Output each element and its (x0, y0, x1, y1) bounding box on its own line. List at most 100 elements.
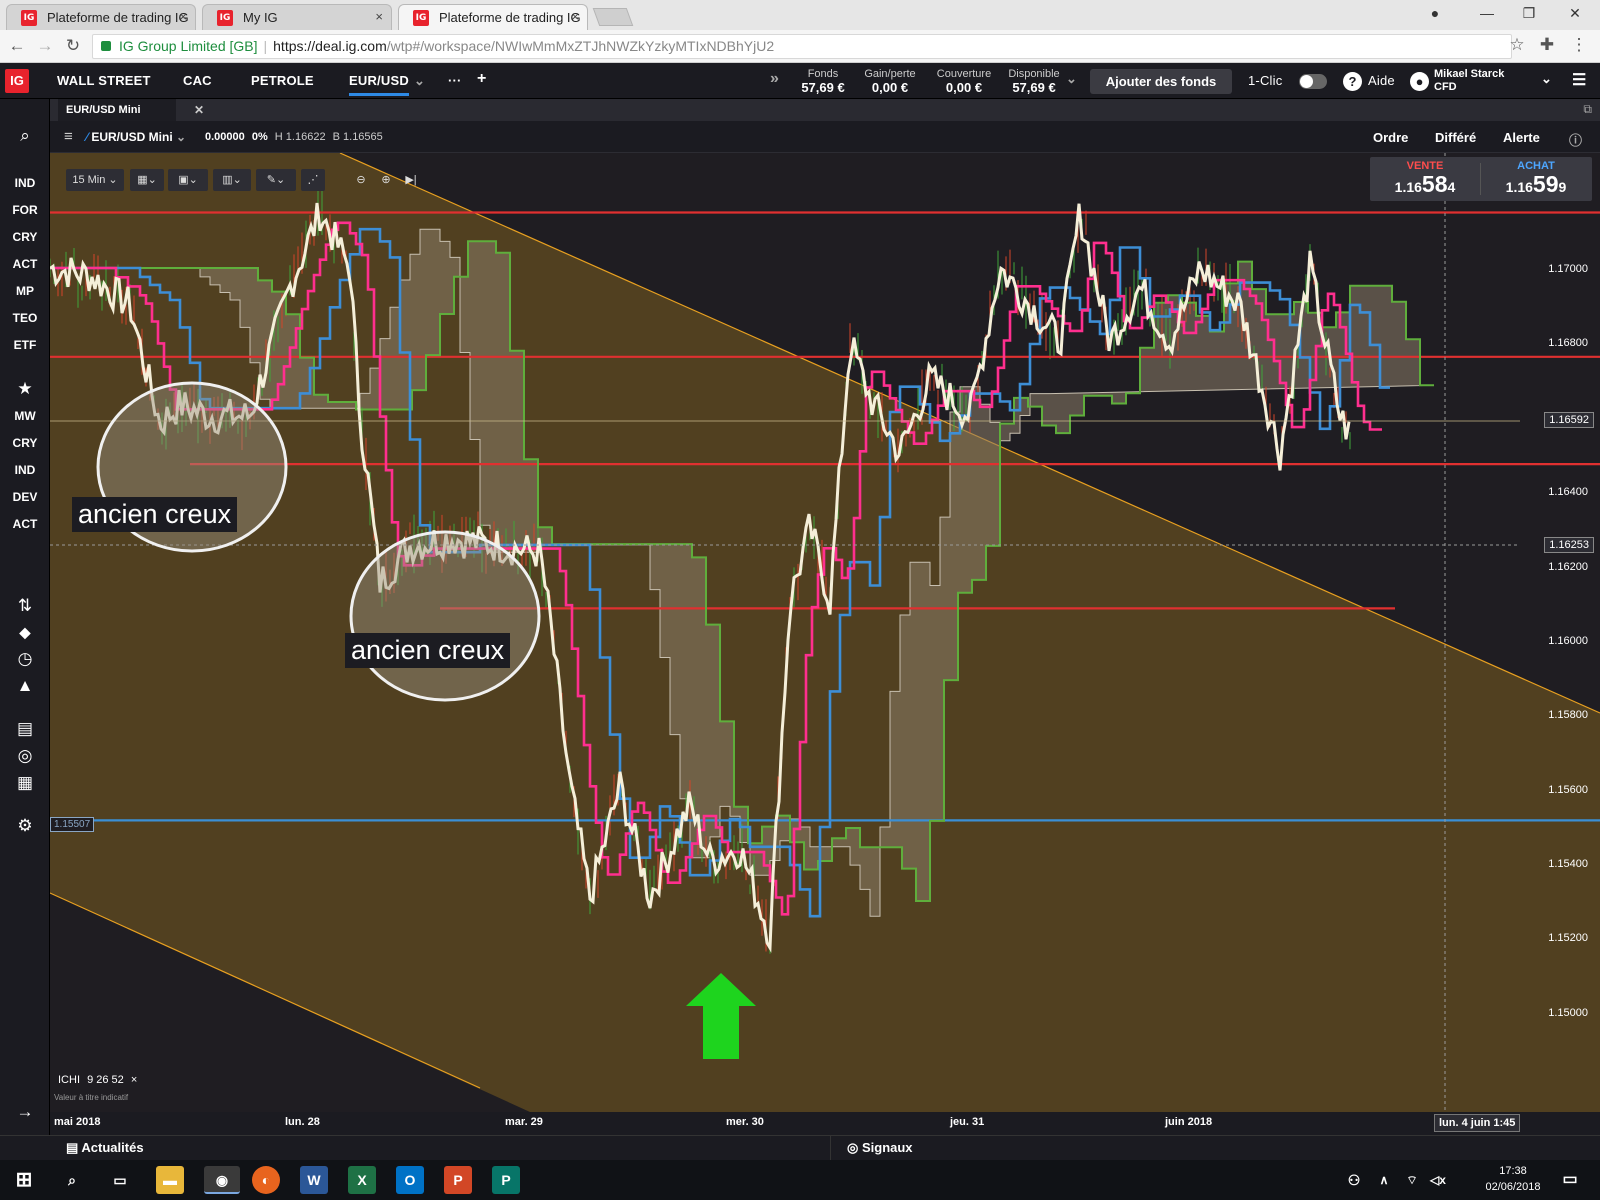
annotation-label-2[interactable]: ancien creux (345, 633, 511, 668)
add-market-button[interactable]: + (477, 70, 487, 88)
forward-icon[interactable]: → (34, 36, 56, 56)
close-workspace-tab-icon[interactable]: ✕ (194, 99, 204, 121)
sidebar-item-dev[interactable]: DEV (0, 490, 50, 504)
expand-icon[interactable]: » (770, 70, 779, 88)
indicator-legend[interactable]: ICHI 9 26 52 × (58, 1074, 137, 1086)
file-explorer-icon[interactable]: ▬ (156, 1166, 184, 1194)
sidebar-item-cry-fav[interactable]: CRY (0, 436, 50, 450)
word-icon[interactable]: W (300, 1166, 328, 1194)
user-avatar-icon[interactable]: ● (1410, 72, 1429, 91)
help-icon[interactable]: ? (1343, 72, 1362, 91)
people-icon[interactable]: ⚇ (1340, 1166, 1368, 1194)
wifi-icon[interactable]: ⌔ (1398, 1166, 1426, 1194)
close-tab-icon[interactable]: × (375, 9, 383, 24)
market-tab-wall-street[interactable]: WALL STREET (57, 73, 151, 88)
firefox-icon[interactable]: ◐ (252, 1166, 280, 1194)
signals-icon[interactable]: ◎ (0, 746, 50, 766)
one-click-toggle[interactable] (1299, 74, 1327, 89)
market-tab-eurusd[interactable]: EUR/USD (349, 73, 409, 96)
reload-icon[interactable]: ↻ (62, 36, 84, 56)
maximize-icon[interactable]: ❐ (1514, 5, 1544, 22)
help-link[interactable]: Aide (1368, 73, 1395, 88)
bookmark-star-icon[interactable]: ☆ (1506, 35, 1528, 55)
market-tab-cac[interactable]: CAC (183, 73, 212, 88)
chrome-icon[interactable]: ◉ (204, 1166, 240, 1194)
close-tab-icon[interactable]: × (179, 9, 187, 24)
account-chevron-icon[interactable]: ⌄ (1066, 71, 1077, 87)
add-funds-button[interactable]: Ajouter des fonds (1090, 69, 1232, 94)
close-window-icon[interactable]: ✕ (1560, 5, 1590, 22)
notifications-icon[interactable]: ▭ (1556, 1166, 1584, 1194)
layout-icon[interactable]: ▣⌄ (168, 169, 208, 191)
sidebar-item-mp[interactable]: MP (0, 284, 50, 298)
browser-tab-2[interactable]: IG My IG × (202, 4, 392, 30)
hamburger-menu-icon[interactable]: ☰ (1572, 70, 1587, 90)
sidebar-item-act[interactable]: ACT (0, 257, 50, 271)
popout-icon[interactable]: ⧉ (1583, 102, 1592, 117)
sidebar-item-mw[interactable]: MW (0, 409, 50, 423)
sell-button[interactable]: VENTE 1.16584 (1370, 157, 1480, 201)
drawing-tools-icon[interactable]: ✎⌄ (256, 169, 296, 191)
sidebar-item-teo[interactable]: TEO (0, 311, 50, 325)
sidebar-item-for[interactable]: FOR (0, 203, 50, 217)
browser-tab-1[interactable]: IG Plateforme de trading IG × (6, 4, 196, 30)
new-tab-button[interactable] (592, 8, 634, 26)
sidebar-item-etf[interactable]: ETF (0, 338, 50, 352)
outlook-icon[interactable]: O (396, 1166, 424, 1194)
extension-icon[interactable]: ✚ (1536, 35, 1558, 55)
sidebar-item-cry[interactable]: CRY (0, 230, 50, 244)
sidebar-item-ind-fav[interactable]: IND (0, 463, 50, 477)
ig-logo[interactable]: IG (5, 69, 29, 93)
news-panel-tab[interactable]: ▤ Actualités (66, 1140, 144, 1156)
settings-gear-icon[interactable]: ⚙ (0, 816, 50, 836)
positions-icon[interactable]: ⇅ (0, 596, 50, 616)
tag-icon[interactable]: ⬥ (0, 623, 50, 643)
alert-icon[interactable]: ▲ (0, 676, 50, 696)
instrument-selector[interactable]: ⁄ EUR/USD Mini ⌄ (86, 130, 186, 144)
chart-settings-icon[interactable]: ⋰ (301, 169, 325, 191)
hline-price-marker[interactable]: 1.15507 (50, 817, 95, 832)
user-menu[interactable]: Mikael Starck CFD (1434, 68, 1504, 94)
zoom-in-icon[interactable]: ⊕ (375, 169, 397, 191)
collapse-arrow-icon[interactable]: → (0, 1102, 50, 1122)
user-chevron-icon[interactable]: ⌄ (1541, 71, 1552, 87)
scroll-to-end-icon[interactable]: ▶| (400, 169, 422, 191)
chart-menu-icon[interactable]: ≡ (64, 128, 73, 145)
sidebar-item-ind[interactable]: IND (0, 176, 50, 190)
search-icon[interactable]: ⌕ (58, 1166, 86, 1194)
annotation-label-1[interactable]: ancien creux (72, 497, 238, 532)
info-icon[interactable]: ⓘ (1569, 130, 1582, 149)
powerpoint-icon[interactable]: P (444, 1166, 472, 1194)
news-icon[interactable]: ▤ (0, 719, 50, 739)
back-icon[interactable]: ← (6, 36, 28, 56)
system-clock[interactable]: 17:38 02/06/2018 (1478, 1163, 1548, 1195)
calendar-icon[interactable]: ▦ (0, 773, 50, 793)
volume-icon[interactable]: ◁x (1424, 1166, 1452, 1194)
url-input[interactable]: IG Group Limited [GB] | https://deal.ig.co… (92, 34, 1512, 59)
workspace-tab[interactable]: EUR/USD Mini ✕ (58, 99, 204, 121)
buy-button[interactable]: ACHAT 1.16599 (1481, 157, 1591, 201)
deferred-button[interactable]: Différé (1435, 130, 1476, 145)
tray-chevron-icon[interactable]: ∧ (1370, 1166, 1398, 1194)
close-tab-icon[interactable]: × (571, 9, 579, 24)
timeframe-selector[interactable]: 15 Min ⌄ (66, 169, 124, 191)
task-view-icon[interactable]: ▭ (106, 1166, 134, 1194)
order-button[interactable]: Ordre (1373, 130, 1408, 145)
price-chart[interactable]: 15 Min ⌄ ▦⌄ ▣⌄ ▥⌄ ✎⌄ ⋰ ⊖ ⊕ ▶| VENTE 1.16… (50, 153, 1600, 1112)
remove-indicator-icon[interactable]: × (131, 1074, 137, 1086)
zoom-out-icon[interactable]: ⊖ (350, 169, 372, 191)
profile-icon[interactable]: ● (1420, 5, 1450, 21)
minimize-icon[interactable]: — (1472, 5, 1502, 21)
star-icon[interactable]: ★ (0, 379, 50, 399)
chrome-menu-icon[interactable]: ⋮ (1568, 35, 1590, 55)
windows-start-icon[interactable]: ⊞ (10, 1166, 38, 1194)
sidebar-item-act-fav[interactable]: ACT (0, 517, 50, 531)
chart-type-icon[interactable]: ▦⌄ (130, 169, 164, 191)
chart-canvas[interactable] (50, 153, 1600, 1112)
signals-panel-tab[interactable]: ◎ Signaux (847, 1140, 913, 1156)
indicators-icon[interactable]: ▥⌄ (213, 169, 251, 191)
chevron-down-icon[interactable]: ⌄ (414, 73, 425, 89)
more-markets-button[interactable]: ··· (448, 73, 462, 88)
search-icon[interactable]: ⌕ (0, 126, 50, 146)
project-icon[interactable]: P (492, 1166, 520, 1194)
